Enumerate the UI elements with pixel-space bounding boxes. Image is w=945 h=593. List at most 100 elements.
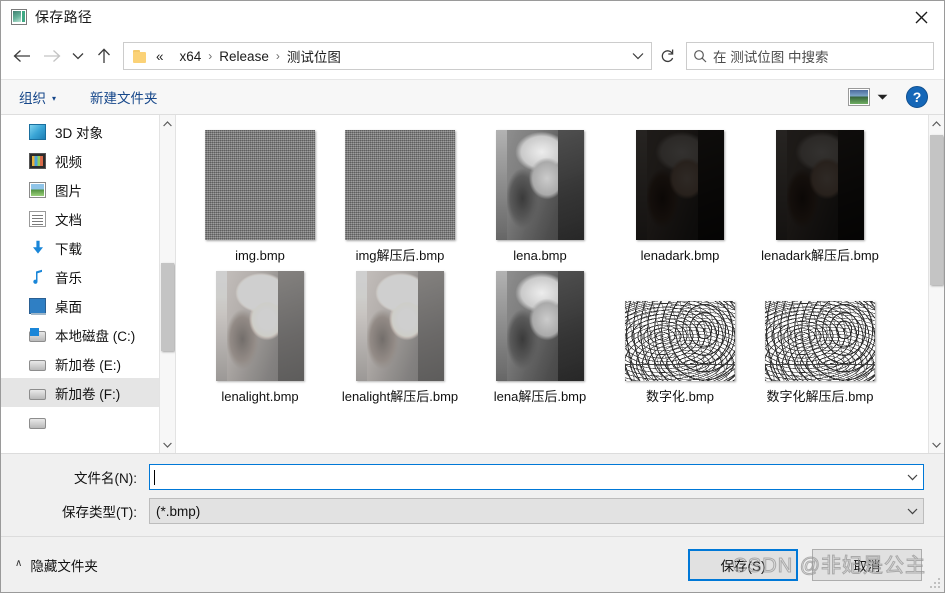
file-name-label: lenadark.bmp <box>640 248 720 263</box>
music-icon <box>29 269 46 285</box>
pictures-icon <box>29 181 46 198</box>
file-item[interactable]: lena解压后.bmp <box>470 268 610 405</box>
noise-thumbnail-icon <box>205 130 315 240</box>
thumbnail <box>622 127 738 240</box>
forward-icon[interactable] <box>37 41 67 71</box>
recent-locations-chevron-down-icon[interactable] <box>67 41 89 71</box>
sidebar-item-volume-e[interactable]: 新加卷 (E:) <box>1 349 175 378</box>
file-name-label: img.bmp <box>235 248 285 263</box>
breadcrumb: « › x64 › Release › 测试位图 <box>156 46 625 66</box>
file-item[interactable]: lenadark解压后.bmp <box>750 127 890 264</box>
breadcrumb-item-release[interactable]: Release <box>219 49 269 64</box>
file-name-label: 数字化.bmp <box>646 389 714 404</box>
sidebar-item-3d-objects[interactable]: 3D 对象 <box>1 117 175 146</box>
sidebar-scrollbar-thumb[interactable] <box>161 263 174 351</box>
file-item[interactable]: lena.bmp <box>470 127 610 264</box>
organize-button[interactable]: 组织 ▾ <box>19 87 56 107</box>
sidebar-item-downloads[interactable]: 下载 <box>1 233 175 262</box>
folder-icon <box>133 49 148 63</box>
address-bar[interactable]: « › x64 › Release › 测试位图 <box>123 42 652 70</box>
thumbnail <box>342 268 458 381</box>
file-item[interactable]: lenadark.bmp <box>610 127 750 264</box>
sidebar-item-local-disk-c[interactable]: 本地磁盘 (C:) <box>1 320 175 349</box>
sidebar-item-desktop[interactable]: 桌面 <box>1 291 175 320</box>
sidebar-item-music[interactable]: 音乐 <box>1 262 175 291</box>
file-name-label: lenalight.bmp <box>221 389 299 404</box>
sidebar-item-label: 图片 <box>55 183 82 199</box>
file-scrollbar-thumb[interactable] <box>930 135 943 285</box>
sidebar-scroll-down-icon[interactable] <box>160 436 175 453</box>
file-list-scrollbar[interactable] <box>928 115 944 453</box>
filetype-select[interactable]: (*.bmp) <box>149 498 924 524</box>
breadcrumb-item-current[interactable]: 测试位图 <box>287 46 341 66</box>
sidebar-item-label: 桌面 <box>55 299 82 315</box>
sidebar-item-label: 本地磁盘 (C:) <box>55 328 136 344</box>
up-icon[interactable] <box>89 41 119 71</box>
file-item[interactable]: lenalight.bmp <box>190 268 330 405</box>
sidebar-item-videos[interactable]: 视频 <box>1 146 175 175</box>
search-box[interactable]: 在 测试位图 中搜索 <box>686 42 934 70</box>
sidebar-item-label: 音乐 <box>55 270 82 286</box>
file-scroll-down-icon[interactable] <box>929 436 944 453</box>
file-scroll-up-icon[interactable] <box>929 115 944 132</box>
filename-row: 文件名(N): <box>21 464 924 490</box>
file-name-label: lena.bmp <box>513 248 567 263</box>
sidebar-item-documents[interactable]: 文档 <box>1 204 175 233</box>
lena-dark-thumbnail-icon <box>776 130 864 240</box>
filename-label: 文件名(N): <box>74 471 137 486</box>
sidebar-scroll-up-icon[interactable] <box>160 115 175 132</box>
command-bar: 组织 ▾ 新建文件夹 ? <box>1 79 944 115</box>
navigation-bar: « › x64 › Release › 测试位图 <box>1 33 944 79</box>
drive-icon <box>29 359 46 371</box>
address-chevron-down-icon[interactable] <box>625 43 651 69</box>
file-item[interactable]: lenalight解压后.bmp <box>330 268 470 405</box>
file-name-label: lenadark解压后.bmp <box>761 248 879 263</box>
new-folder-button[interactable]: 新建文件夹 <box>90 87 158 107</box>
sidebar-item-volume-f[interactable]: 新加卷 (F:) <box>1 378 175 407</box>
contour-map-thumbnail-icon <box>765 301 875 381</box>
breadcrumb-item-x64[interactable]: x64 <box>180 49 202 64</box>
file-name-label: lena解压后.bmp <box>493 389 587 404</box>
hide-folders-button[interactable]: ∧ 隐藏文件夹 <box>15 555 98 575</box>
filename-input[interactable] <box>149 464 924 490</box>
thumbnail <box>762 268 878 381</box>
contour-map-thumbnail-icon <box>625 301 735 381</box>
sidebar-item-pictures[interactable]: 图片 <box>1 175 175 204</box>
save-dialog-window: 保存路径 « › x64 › <box>0 0 945 593</box>
filetype-chevron-down-icon[interactable] <box>901 508 923 515</box>
file-item[interactable]: img解压后.bmp <box>330 127 470 264</box>
resize-grip[interactable] <box>929 577 941 589</box>
cancel-button[interactable]: 取消 <box>812 548 922 581</box>
dialog-footer: ∧ 隐藏文件夹 保存(S) 取消 CSDN @非妃是公主 <box>1 536 944 592</box>
save-button[interactable]: 保存(S) <box>688 548 798 581</box>
file-name-label: 数字化解压后.bmp <box>766 389 874 404</box>
thumbnail <box>202 127 318 240</box>
help-button[interactable]: ? <box>906 86 928 108</box>
lena-dark-thumbnail-icon <box>636 130 724 240</box>
view-mode-icon[interactable] <box>848 88 870 106</box>
refresh-icon[interactable] <box>652 42 682 70</box>
view-mode-chevron-down-icon[interactable] <box>870 85 894 109</box>
download-icon <box>29 240 46 256</box>
file-item[interactable]: 数字化.bmp <box>610 268 750 405</box>
save-form: 文件名(N): 保存类型(T): (*.bmp) <box>1 454 944 536</box>
sidebar-list: 3D 对象 视频 图片 文档 下载 音乐 桌面 本地磁盘 (C:) 新加卷 (E… <box>1 115 175 436</box>
dialog-body: 3D 对象 视频 图片 文档 下载 音乐 桌面 本地磁盘 (C:) 新加卷 (E… <box>1 115 944 454</box>
chevron-down-icon: ▾ <box>52 93 57 103</box>
search-input[interactable]: 在 测试位图 中搜索 <box>713 46 829 66</box>
file-name-label: img解压后.bmp <box>355 248 445 263</box>
drive-icon <box>29 388 46 400</box>
close-icon[interactable] <box>898 1 944 33</box>
file-item[interactable]: img.bmp <box>190 127 330 264</box>
thumbnail <box>622 268 738 381</box>
file-grid: img.bmp img解压后.bmp lena.bmp lenadark.bmp… <box>176 115 928 453</box>
breadcrumb-separator: › <box>275 49 280 63</box>
sidebar-item-clipped[interactable] <box>1 407 175 436</box>
thumbnail <box>202 268 318 381</box>
filetype-row: 保存类型(T): (*.bmp) <box>21 498 924 524</box>
filename-chevron-down-icon[interactable] <box>901 474 923 481</box>
search-icon <box>687 49 713 63</box>
sidebar-scrollbar[interactable] <box>159 115 175 453</box>
file-item[interactable]: 数字化解压后.bmp <box>750 268 890 405</box>
back-icon[interactable] <box>7 41 37 71</box>
